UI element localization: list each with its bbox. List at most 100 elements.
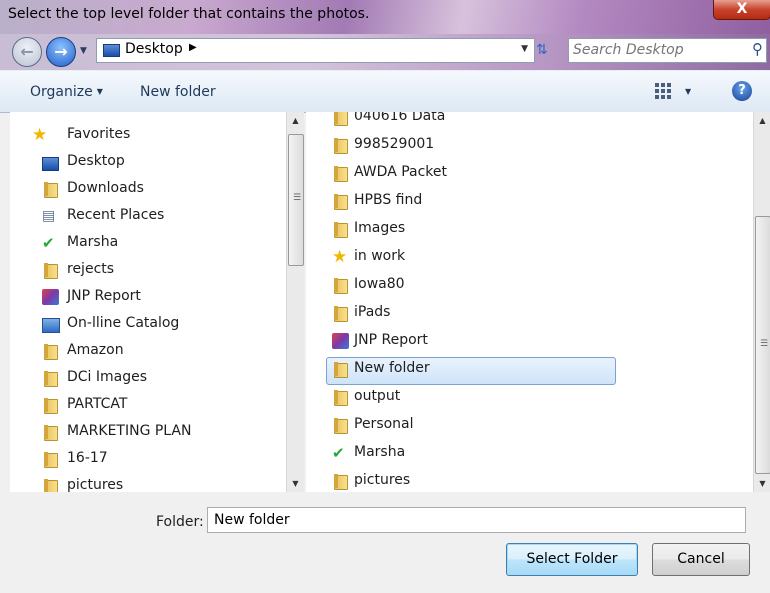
nav-item-online-catalog[interactable]: On-lline Catalog xyxy=(10,311,286,338)
folder-icon xyxy=(42,370,59,387)
navigation-scrollbar[interactable]: ▲ ☰ ▼ xyxy=(286,112,304,492)
search-icon[interactable]: ⚲ xyxy=(752,40,763,58)
toolbar: Organize ▼ New folder ▼ ? xyxy=(0,70,770,113)
list-item-label: Images xyxy=(354,220,406,236)
address-dropdown-icon[interactable]: ▼ xyxy=(521,44,528,54)
nav-item-label: Downloads xyxy=(67,180,144,196)
list-item[interactable]: AWDA Packet xyxy=(306,160,754,187)
nav-item-pictures[interactable]: pictures xyxy=(10,473,286,492)
folder-icon xyxy=(42,397,59,414)
breadcrumb-desktop[interactable]: Desktop xyxy=(125,41,183,57)
nav-item-label: Recent Places xyxy=(67,207,165,223)
views-grid-icon[interactable] xyxy=(655,83,673,101)
folder-icon xyxy=(332,165,349,182)
star-icon: ★ xyxy=(332,247,348,267)
breadcrumb-chevron-icon[interactable]: ▶ xyxy=(189,42,197,53)
nav-item-label: Marsha xyxy=(67,234,119,250)
list-item[interactable]: pictures xyxy=(306,468,754,492)
folder-name-input[interactable] xyxy=(207,507,746,533)
chevron-down-icon: ▼ xyxy=(96,87,103,96)
folder-icon xyxy=(42,343,59,360)
list-item-label: 998529001 xyxy=(354,136,435,152)
file-list-scrollbar[interactable]: ▲ ☰ ▼ xyxy=(753,112,770,492)
forward-arrow-icon: → xyxy=(54,42,68,61)
select-folder-button[interactable]: Select Folder xyxy=(506,543,638,576)
nav-item-dci-images[interactable]: DCi Images xyxy=(10,365,286,392)
list-item[interactable]: HPBS find xyxy=(306,188,754,215)
nav-item-16-17[interactable]: 16-17 xyxy=(10,446,286,473)
list-item[interactable]: Images xyxy=(306,216,754,243)
grip-icon: ☰ xyxy=(293,193,301,203)
list-item[interactable]: JNP Report xyxy=(306,328,754,355)
list-item[interactable]: 040616 Data xyxy=(306,112,754,131)
address-bar[interactable]: Desktop ▶ ▼ xyxy=(96,38,535,63)
search-box[interactable]: ⚲ xyxy=(568,38,767,63)
close-button[interactable]: X xyxy=(713,0,770,20)
list-item[interactable]: output xyxy=(306,384,754,411)
nav-item-label: Desktop xyxy=(67,153,125,169)
list-item[interactable]: 998529001 xyxy=(306,132,754,159)
shield-icon: ✔ xyxy=(42,234,55,252)
file-list-pane: 040616 Data 998529001 AWDA Packet HPBS f… xyxy=(306,112,754,492)
list-item-label: 040616 Data xyxy=(354,112,446,124)
forward-button[interactable]: → xyxy=(46,37,76,67)
refresh-icon[interactable]: ⇅ xyxy=(536,42,548,58)
nav-item-label: DCi Images xyxy=(67,369,148,385)
folder-icon xyxy=(332,305,349,322)
list-item[interactable]: iPads xyxy=(306,300,754,327)
folder-icon xyxy=(42,451,59,468)
list-item[interactable]: Personal xyxy=(306,412,754,439)
app-icon xyxy=(42,289,59,305)
nav-item-recent-places[interactable]: ▤ Recent Places xyxy=(10,203,286,230)
nav-item-desktop[interactable]: Desktop xyxy=(10,149,286,176)
back-button[interactable]: ← xyxy=(12,37,42,67)
scroll-up-icon[interactable]: ▲ xyxy=(287,112,304,129)
list-item-label: iPads xyxy=(354,304,391,320)
nav-item-amazon[interactable]: Amazon xyxy=(10,338,286,365)
nav-item-label: MARKETING PLAN xyxy=(67,423,192,439)
scroll-down-icon[interactable]: ▼ xyxy=(754,475,770,492)
nav-item-marsha[interactable]: ✔ Marsha xyxy=(10,230,286,257)
address-row: ← → ▼ Desktop ▶ ▼ ⇅ ⚲ xyxy=(0,34,770,70)
nav-item-label: PARTCAT xyxy=(67,396,128,412)
nav-item-downloads[interactable]: Downloads xyxy=(10,176,286,203)
cancel-button[interactable]: Cancel xyxy=(652,543,750,576)
nav-item-label: rejects xyxy=(67,261,115,277)
desktop-icon xyxy=(42,157,59,171)
nav-item-partcat[interactable]: PARTCAT xyxy=(10,392,286,419)
organize-label: Organize xyxy=(30,84,93,100)
folder-icon xyxy=(42,478,59,492)
list-item-selected[interactable]: New folder xyxy=(306,356,754,385)
recent-places-icon: ▤ xyxy=(42,208,56,224)
scroll-thumb[interactable]: ☰ xyxy=(288,134,304,266)
app-icon xyxy=(332,333,349,349)
organize-button[interactable]: Organize ▼ xyxy=(30,84,103,100)
list-item-label: in work xyxy=(354,248,406,264)
folder-icon xyxy=(332,112,349,126)
list-item[interactable]: ✔ Marsha xyxy=(306,440,754,467)
nav-item-label: On-lline Catalog xyxy=(67,315,180,331)
shield-shortcut-icon: ✔ xyxy=(332,444,345,462)
recent-pages-dropdown[interactable]: ▼ xyxy=(80,46,87,56)
folder-icon xyxy=(42,424,59,441)
scroll-thumb[interactable]: ☰ xyxy=(755,216,770,474)
nav-item-rejects[interactable]: rejects xyxy=(10,257,286,284)
scroll-down-icon[interactable]: ▼ xyxy=(287,475,304,492)
new-folder-button[interactable]: New folder xyxy=(140,84,216,100)
list-item[interactable]: ★ in work xyxy=(306,244,754,271)
title-bar: Select the top level folder that contain… xyxy=(0,0,770,34)
nav-item-marketing-plan[interactable]: MARKETING PLAN xyxy=(10,419,286,446)
views-dropdown-icon[interactable]: ▼ xyxy=(685,87,691,96)
help-icon[interactable]: ? xyxy=(732,81,752,101)
list-item-label: Marsha xyxy=(354,444,406,460)
search-input[interactable] xyxy=(573,41,741,59)
folder-icon xyxy=(332,137,349,154)
nav-item-jnp-report[interactable]: JNP Report xyxy=(10,284,286,311)
grip-icon: ☰ xyxy=(760,339,768,349)
downloads-icon xyxy=(42,181,59,198)
list-item[interactable]: Iowa80 xyxy=(306,272,754,299)
nav-item-label: 16-17 xyxy=(67,450,108,466)
scroll-up-icon[interactable]: ▲ xyxy=(754,112,770,129)
favorites-header[interactable]: ★ Favorites xyxy=(10,122,286,149)
navigation-pane: ★ Favorites Desktop Downloads ▤ Recent P… xyxy=(10,112,286,492)
